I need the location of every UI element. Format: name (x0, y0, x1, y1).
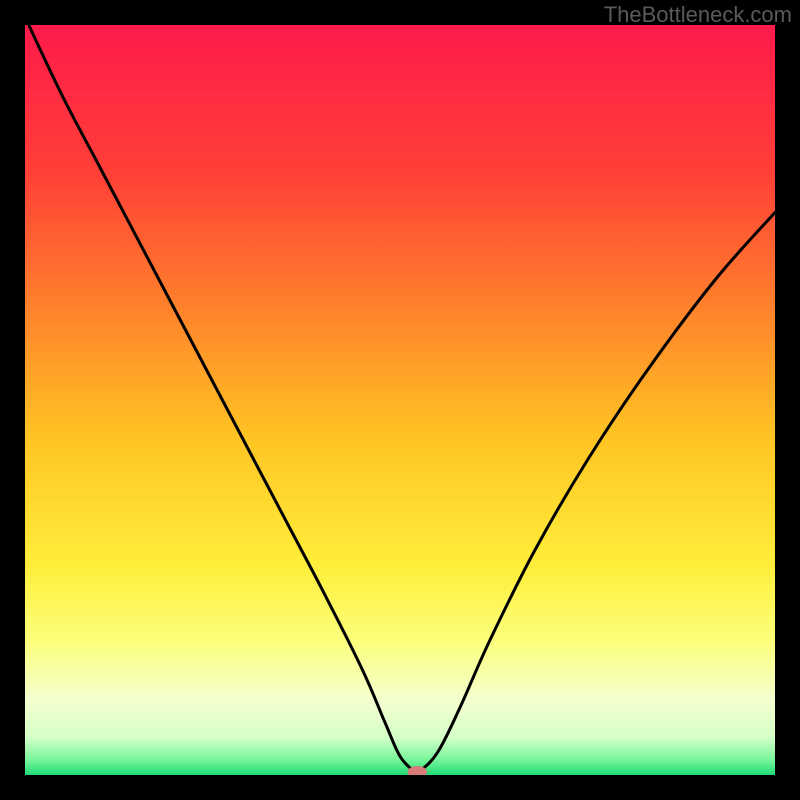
bottleneck-chart-svg (25, 25, 775, 775)
plot-area (25, 25, 775, 775)
gradient-background (25, 25, 775, 775)
chart-frame: TheBottleneck.com (0, 0, 800, 800)
